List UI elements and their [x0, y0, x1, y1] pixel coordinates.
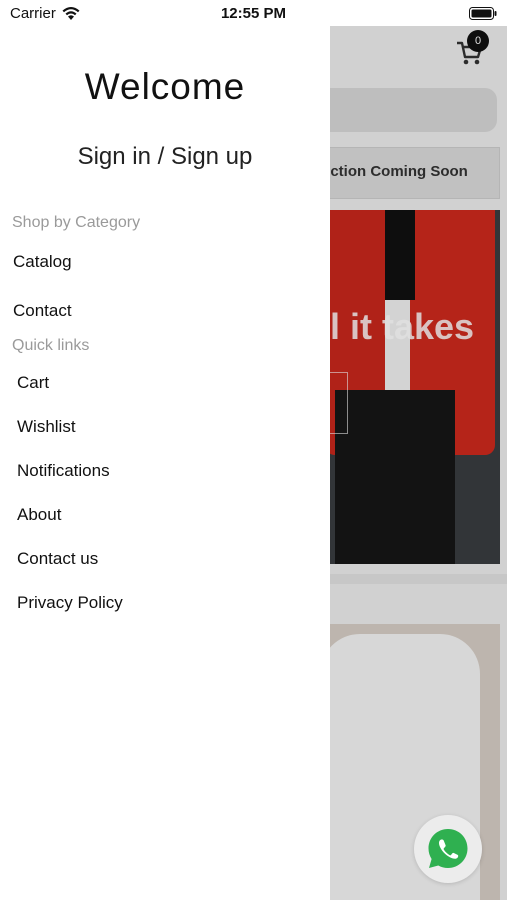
quick-links-label: Quick links: [12, 337, 90, 354]
quick-link-wishlist[interactable]: Wishlist: [17, 417, 76, 437]
quick-link-notifications[interactable]: Notifications: [17, 461, 110, 481]
drawer-backdrop[interactable]: [330, 26, 507, 900]
sign-in-link[interactable]: Sign in / Sign up: [0, 143, 330, 171]
side-drawer: Welcome Sign in / Sign up Shop by Catego…: [0, 0, 330, 900]
quick-link-contact-us[interactable]: Contact us: [17, 549, 98, 569]
battery-icon: [469, 7, 497, 20]
clock: 12:55 PM: [220, 5, 287, 22]
quick-link-privacy-policy[interactable]: Privacy Policy: [17, 593, 123, 613]
quick-link-about[interactable]: About: [17, 505, 61, 525]
shop-by-category-label: Shop by Category: [12, 214, 141, 231]
whatsapp-icon: [428, 829, 468, 868]
welcome-heading: Welcome: [84, 66, 246, 107]
menu-item-contact[interactable]: Contact: [13, 301, 72, 321]
whatsapp-button[interactable]: [414, 815, 482, 883]
menu-item-catalog[interactable]: Catalog: [13, 252, 72, 272]
status-bar: Carrier 12:55 PM: [0, 0, 507, 28]
quick-link-cart[interactable]: Cart: [17, 373, 49, 393]
